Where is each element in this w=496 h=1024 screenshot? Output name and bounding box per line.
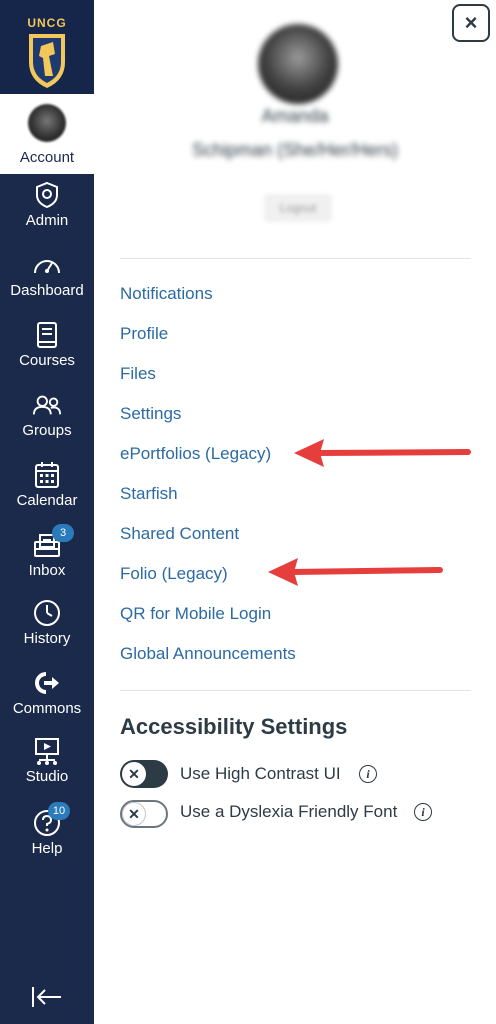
link-files[interactable]: Files: [120, 364, 156, 384]
collapse-arrow-icon: [32, 987, 61, 1007]
nav-item-help[interactable]: 10 Help: [0, 802, 94, 857]
close-button[interactable]: ×: [452, 4, 490, 42]
account-avatar: [28, 104, 66, 142]
nav-item-calendar[interactable]: Calendar: [0, 460, 94, 509]
nav-item-history[interactable]: History: [0, 598, 94, 647]
global-nav-sidebar: UNCG Account Admin Dashboard Courses Gro…: [0, 0, 94, 1024]
dashboard-gauge-icon: [32, 250, 62, 280]
divider-bottom: [120, 690, 471, 691]
nav-label-dashboard: Dashboard: [10, 282, 84, 299]
help-badge: 10: [48, 802, 70, 820]
courses-book-icon: [32, 320, 62, 350]
nav-label-groups: Groups: [22, 422, 72, 439]
dyslexia-font-info-icon[interactable]: i: [414, 803, 432, 821]
user-avatar: [258, 24, 338, 104]
link-global-announcements[interactable]: Global Announcements: [120, 644, 296, 664]
user-last-name: Schipman (She/Her/Hers): [191, 140, 399, 160]
nav-item-courses[interactable]: Courses: [0, 320, 94, 369]
nav-label-admin: Admin: [25, 212, 69, 229]
groups-people-icon: [32, 390, 62, 420]
dyslexia-font-toggle[interactable]: ✕: [120, 800, 168, 828]
user-first-name: Amanda: [261, 106, 329, 126]
nav-item-groups[interactable]: Groups: [0, 390, 94, 439]
nav-label-studio: Studio: [25, 768, 69, 785]
logo-shield-icon: [29, 34, 65, 88]
help-icon: 10: [32, 802, 70, 838]
link-settings[interactable]: Settings: [120, 404, 181, 424]
calendar-icon: [32, 460, 62, 490]
link-folio[interactable]: Folio (Legacy): [120, 564, 228, 584]
logo-text: UNCG: [27, 16, 67, 30]
toggle-x-icon: ✕: [122, 802, 146, 826]
link-shared-content[interactable]: Shared Content: [120, 524, 239, 544]
nav-item-admin[interactable]: Admin: [0, 180, 94, 229]
dyslexia-font-label: Use a Dyslexia Friendly Font: [180, 802, 398, 821]
link-eportfolios[interactable]: ePortfolios (Legacy): [120, 444, 271, 464]
link-qr-mobile-login[interactable]: QR for Mobile Login: [120, 604, 271, 624]
divider-top: [120, 258, 471, 259]
link-notifications[interactable]: Notifications: [120, 284, 213, 304]
inbox-badge: 3: [52, 524, 74, 542]
commons-arrow-icon: [32, 668, 62, 698]
nav-label-account: Account: [19, 149, 75, 166]
annotation-arrow-folio: [268, 558, 443, 586]
accessibility-settings-heading: Accessibility Settings: [120, 714, 348, 739]
nav-item-dashboard[interactable]: Dashboard: [0, 250, 94, 299]
link-starfish[interactable]: Starfish: [120, 484, 178, 504]
high-contrast-toggle[interactable]: ✕: [120, 760, 168, 788]
nav-item-studio[interactable]: Studio: [0, 736, 94, 785]
history-clock-icon: [32, 598, 62, 628]
inbox-icon: 3: [32, 524, 74, 560]
nav-label-commons: Commons: [12, 700, 82, 717]
annotation-arrow-eportfolios: [294, 439, 471, 467]
nav-label-courses: Courses: [19, 352, 75, 369]
nav-label-help: Help: [31, 840, 63, 857]
nav-label-calendar: Calendar: [16, 492, 78, 509]
link-profile[interactable]: Profile: [120, 324, 168, 344]
nav-item-inbox[interactable]: 3 Inbox: [0, 524, 94, 579]
nav-item-account[interactable]: Account: [0, 94, 94, 174]
nav-item-commons[interactable]: Commons: [0, 668, 94, 717]
logout-button[interactable]: Logout: [264, 194, 332, 222]
uncg-logo[interactable]: UNCG: [0, 0, 94, 94]
high-contrast-info-icon[interactable]: i: [359, 765, 377, 783]
studio-icon: [32, 736, 62, 766]
nav-label-history: History: [23, 630, 71, 647]
admin-shield-icon: [32, 180, 62, 210]
nav-label-inbox: Inbox: [28, 562, 66, 579]
collapse-nav-button[interactable]: [30, 985, 64, 1016]
toggle-x-icon: ✕: [122, 762, 146, 786]
high-contrast-label: Use High Contrast UI: [180, 764, 341, 783]
